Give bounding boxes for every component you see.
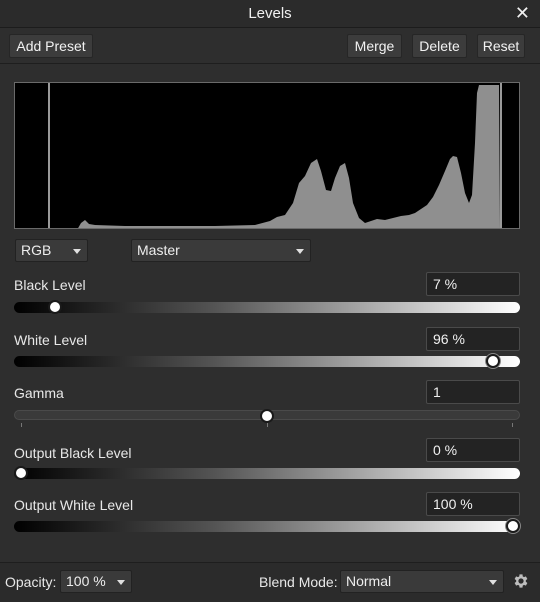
output-white-thumb[interactable]: [506, 519, 520, 533]
black-level-thumb[interactable]: [48, 300, 63, 314]
black-level-label: Black Level: [14, 277, 86, 293]
toolbar: Add Preset Merge Delete Reset: [0, 28, 540, 64]
output-black-label: Output Black Level: [14, 445, 132, 461]
histogram[interactable]: [14, 82, 520, 229]
output-black-slider[interactable]: [14, 466, 520, 480]
black-level-field[interactable]: 7 %: [426, 272, 520, 296]
output-white-label: Output White Level: [14, 497, 134, 513]
chevron-down-icon: [296, 249, 304, 254]
gamma-thumb[interactable]: [260, 409, 274, 423]
close-icon[interactable]: ✕: [515, 3, 530, 24]
reset-button[interactable]: Reset: [477, 34, 525, 58]
blend-mode-label: Blend Mode:: [259, 574, 338, 590]
gear-icon[interactable]: [512, 572, 530, 590]
footer-bar: Opacity: 100 % Blend Mode: Normal: [0, 562, 540, 602]
black-level-slider[interactable]: [14, 300, 520, 314]
chevron-down-icon: [489, 580, 497, 585]
add-preset-button[interactable]: Add Preset: [9, 34, 93, 58]
merge-button[interactable]: Merge: [347, 34, 402, 58]
gamma-slider[interactable]: [14, 409, 520, 423]
output-white-field[interactable]: 100 %: [426, 492, 520, 516]
chevron-down-icon: [73, 249, 81, 254]
channel-dropdown[interactable]: RGB: [15, 239, 88, 262]
blend-mode-value: Normal: [346, 573, 392, 589]
white-level-slider[interactable]: [14, 354, 520, 368]
gamma-tick-min: [21, 423, 22, 427]
opacity-value: 100 %: [66, 573, 106, 589]
blend-mode-dropdown[interactable]: Normal: [340, 570, 504, 593]
white-level-label: White Level: [14, 332, 88, 348]
levels-content: RGB Master Black Level 7 % White Level 9…: [0, 65, 540, 562]
histogram-graph: [48, 83, 502, 228]
gamma-tick-max: [512, 423, 513, 427]
mode-value: Master: [137, 242, 180, 258]
output-black-field[interactable]: 0 %: [426, 438, 520, 462]
title-bar: Levels ✕: [0, 0, 540, 28]
output-black-thumb[interactable]: [14, 466, 28, 480]
gamma-tick-mid: [267, 423, 268, 427]
mode-dropdown[interactable]: Master: [131, 239, 311, 262]
output-white-slider[interactable]: [14, 519, 520, 533]
channel-value: RGB: [21, 242, 52, 258]
chevron-down-icon: [117, 580, 125, 585]
white-level-field[interactable]: 96 %: [426, 327, 520, 351]
gamma-field[interactable]: 1: [426, 380, 520, 404]
white-level-thumb[interactable]: [486, 354, 501, 368]
delete-button[interactable]: Delete: [412, 34, 467, 58]
opacity-dropdown[interactable]: 100 %: [60, 570, 132, 593]
gamma-label: Gamma: [14, 385, 64, 401]
panel-title: Levels: [248, 5, 292, 22]
opacity-label: Opacity:: [5, 574, 57, 590]
